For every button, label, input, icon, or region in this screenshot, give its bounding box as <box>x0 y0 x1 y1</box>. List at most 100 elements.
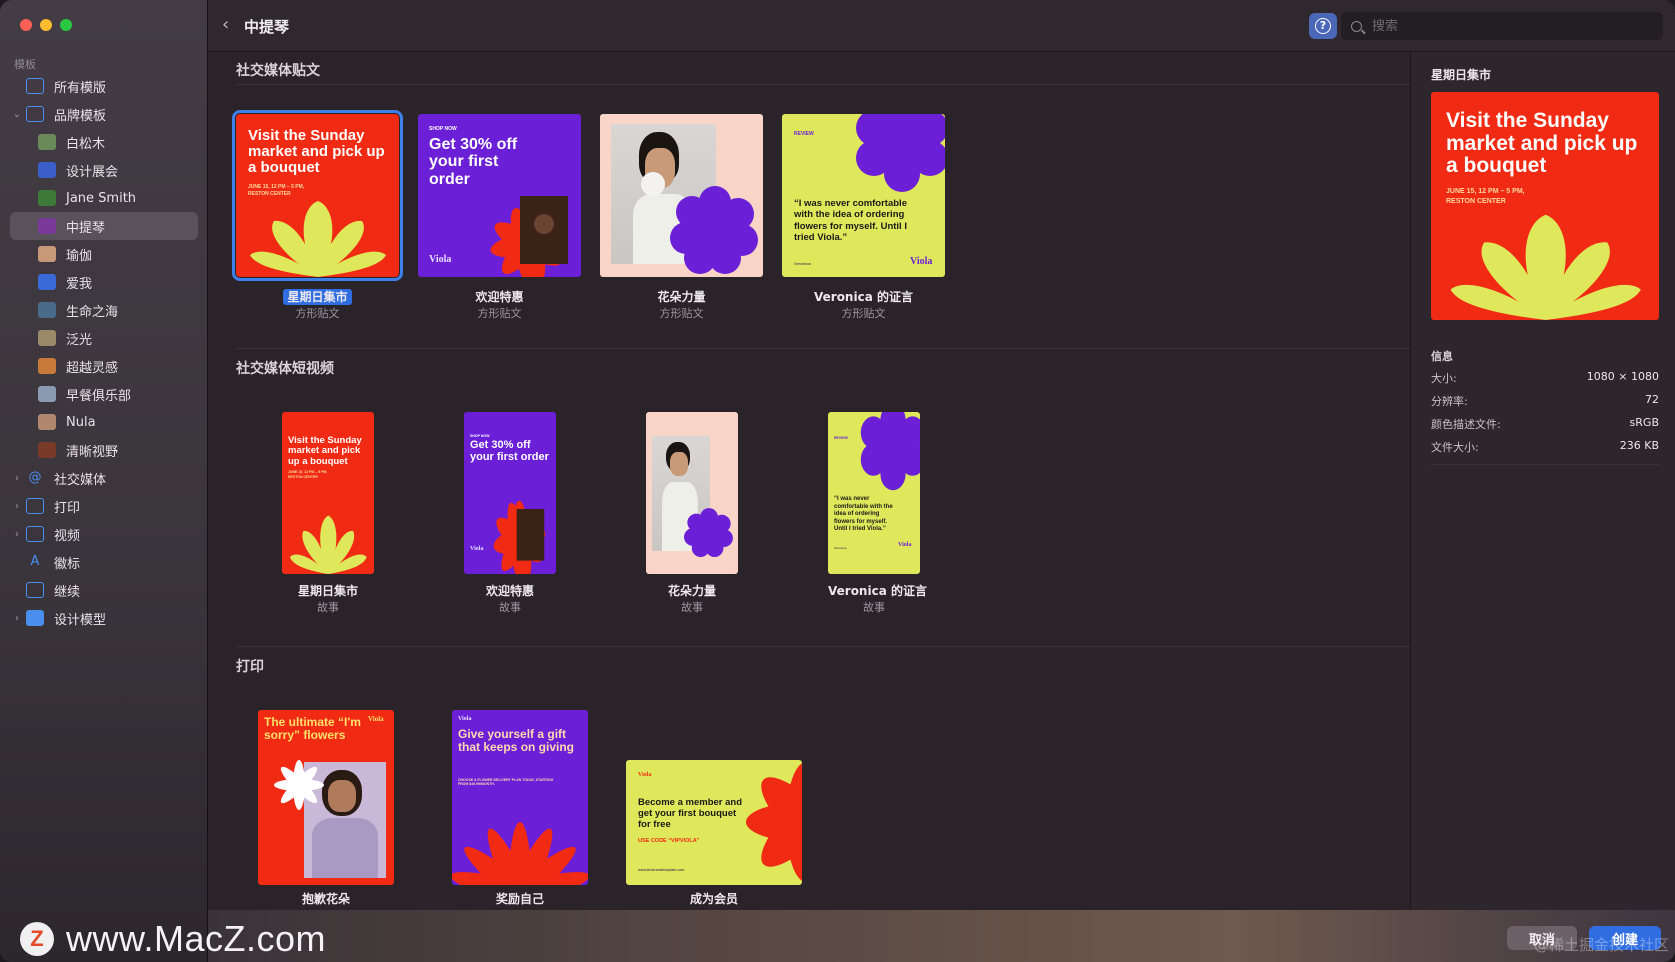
sidebar-item-label: 所有模版 <box>54 80 107 96</box>
template-card-veronica-post[interactable]: REVIEW “I was never comfortable with the… <box>782 114 945 324</box>
template-thumbnail[interactable]: The ultimate “I'm sorry” flowers Viola <box>258 710 394 885</box>
search-icon <box>1351 20 1362 32</box>
sidebar-item-7[interactable]: 爱我 <box>10 268 198 296</box>
logo-a-icon: A <box>30 554 40 569</box>
flower-petals-graphic <box>1450 214 1641 320</box>
template-card-welcome-post[interactable]: SHOP NOW Get 30% off your first order Vi… <box>418 114 581 324</box>
sidebar-item-label: 泛光 <box>66 332 93 348</box>
purple-flower-graphic <box>670 186 758 274</box>
template-gallery: 社交媒体贴文 Visit the Sunday market and pick … <box>208 52 1410 910</box>
doc-icon <box>26 582 44 598</box>
template-label: 欢迎特惠 <box>475 290 524 304</box>
sidebar-item-12[interactable]: Nula <box>10 408 198 436</box>
template-card-flower-power-story[interactable]: 花朵力量 故事 <box>646 412 738 624</box>
thumb-icon <box>38 302 56 318</box>
white-flower-graphic <box>274 760 324 810</box>
template-label: 欢迎特惠 <box>485 584 534 598</box>
close-window-button[interactable] <box>20 19 32 31</box>
template-label: Veronica 的证言 <box>814 290 913 304</box>
sidebar-item-17[interactable]: A 徽标 <box>10 548 198 576</box>
template-type: 方形贴文 <box>295 307 340 320</box>
template-thumbnail[interactable]: Visit the Sunday market and pick up a bo… <box>282 412 374 574</box>
template-label: 成为会员 <box>689 892 738 906</box>
sidebar-item-3[interactable]: 设计展会 <box>10 156 198 184</box>
sidebar-item-2[interactable]: 白松木 <box>10 128 198 156</box>
sidebar-item-9[interactable]: 泛光 <box>10 324 198 352</box>
sidebar-item-16[interactable]: › 视频 <box>10 520 198 548</box>
sidebar-item-label: 社交媒体 <box>54 472 107 488</box>
sidebar-item-label: 徽标 <box>54 556 81 572</box>
template-card-sorry-flowers[interactable]: The ultimate “I'm sorry” flowers Viola 抱… <box>258 710 394 910</box>
template-thumbnail[interactable]: Viola Give yourself a gift that keeps on… <box>452 710 588 885</box>
template-type: 故事 <box>863 601 885 614</box>
sidebar-header: 模板 <box>14 58 36 71</box>
template-card-veronica-story[interactable]: REVIEW “I was never comfortable with the… <box>828 412 927 624</box>
info-row-file-size: 文件大小: 236 KB <box>1431 439 1659 454</box>
sidebar-item-4[interactable]: Jane Smith <box>10 184 198 212</box>
thumb-icon <box>38 414 56 430</box>
template-thumbnail[interactable]: SHOP NOW Get 30% off your first order Vi… <box>464 412 556 574</box>
template-card-sunday-post[interactable]: Visit the Sunday market and pick up a bo… <box>232 110 403 324</box>
section-title-social-stories: 社交媒体短视频 <box>236 361 334 377</box>
template-label: Veronica 的证言 <box>828 584 927 598</box>
red-flower-graphic <box>452 822 588 885</box>
back-button[interactable]: ‹ <box>222 14 229 35</box>
zoom-window-button[interactable] <box>60 19 72 31</box>
chevron-right-icon[interactable]: › <box>10 613 24 624</box>
at-icon: @ <box>28 470 42 485</box>
template-card-welcome-story[interactable]: SHOP NOW Get 30% off your first order Vi… <box>464 412 556 624</box>
sidebar-item-6[interactable]: 瑜伽 <box>10 240 198 268</box>
help-button[interactable]: ? <box>1309 13 1337 39</box>
sidebar-item-label: 继续 <box>54 584 81 600</box>
sidebar-item-label: 清晰视野 <box>66 444 119 460</box>
sidebar-item-0[interactable]: 所有模版 <box>10 72 198 100</box>
template-thumbnail[interactable]: REVIEW “I was never comfortable with the… <box>828 412 920 574</box>
thumb-icon <box>38 134 56 150</box>
print-icon <box>26 498 44 514</box>
sidebar-item-15[interactable]: › 打印 <box>10 492 198 520</box>
sidebar-item-19[interactable]: › 设计模型 <box>10 604 198 632</box>
sidebar-item-1[interactable]: ⌄ 品牌模板 <box>10 100 198 128</box>
inspector-panel: 星期日集市 Visit the Sunday market and pick u… <box>1410 52 1675 910</box>
sidebar-item-18[interactable]: 继续 <box>10 576 198 604</box>
sidebar-item-5[interactable]: 中提琴 <box>10 212 198 240</box>
template-type: 故事 <box>681 601 703 614</box>
sidebar-item-10[interactable]: 超越灵感 <box>10 352 198 380</box>
chevron-right-icon[interactable]: › <box>10 529 24 540</box>
sidebar-item-label: 白松木 <box>66 136 106 152</box>
chevron-down-icon[interactable]: ⌄ <box>10 109 24 120</box>
chevron-right-icon[interactable]: › <box>10 501 24 512</box>
search-input[interactable] <box>1372 18 1632 34</box>
template-thumbnail[interactable]: REVIEW “I was never comfortable with the… <box>782 114 945 277</box>
red-flower-graphic <box>490 196 568 277</box>
sidebar-item-label: 生命之海 <box>66 304 119 320</box>
template-thumbnail[interactable] <box>600 114 763 277</box>
template-card-sunday-story[interactable]: Visit the Sunday market and pick up a bo… <box>282 412 374 624</box>
sidebar-item-label: 视频 <box>54 528 81 544</box>
sidebar-item-label: Jane Smith <box>66 190 137 206</box>
search-field[interactable] <box>1341 12 1663 40</box>
chevron-right-icon[interactable]: › <box>10 473 24 484</box>
grid-icon <box>26 78 44 94</box>
template-card-reward-yourself[interactable]: Viola Give yourself a gift that keeps on… <box>452 710 588 910</box>
template-thumbnail[interactable]: Viola Become a member and get your first… <box>626 760 802 885</box>
sidebar-item-11[interactable]: 早餐俱乐部 <box>10 380 198 408</box>
page-title: 中提琴 <box>244 18 290 36</box>
minimize-window-button[interactable] <box>40 19 52 31</box>
template-thumbnail[interactable] <box>646 412 738 574</box>
template-thumbnail[interactable]: SHOP NOW Get 30% off your first order Vi… <box>418 114 581 277</box>
footer-bar: 取消 创建 @稀土掘金技术社区 <box>208 910 1675 962</box>
template-thumbnail[interactable]: Visit the Sunday market and pick up a bo… <box>232 110 403 281</box>
template-label: 星期日集市 <box>297 584 358 598</box>
template-card-flower-power-post[interactable]: 花朵力量 方形贴文 <box>600 114 763 324</box>
template-card-become-member[interactable]: Viola Become a member and get your first… <box>626 760 802 910</box>
purple-flower-graphic <box>856 114 945 192</box>
template-type: 故事 <box>317 601 339 614</box>
sidebar-item-label: 早餐俱乐部 <box>66 388 132 404</box>
sidebar-item-14[interactable]: › @ 社交媒体 <box>10 464 198 492</box>
sidebar-item-13[interactable]: 清晰视野 <box>10 436 198 464</box>
template-type: 故事 <box>499 601 521 614</box>
thumb-icon <box>38 218 56 234</box>
sidebar-item-8[interactable]: 生命之海 <box>10 296 198 324</box>
inspector-title: 星期日集市 <box>1431 68 1492 82</box>
